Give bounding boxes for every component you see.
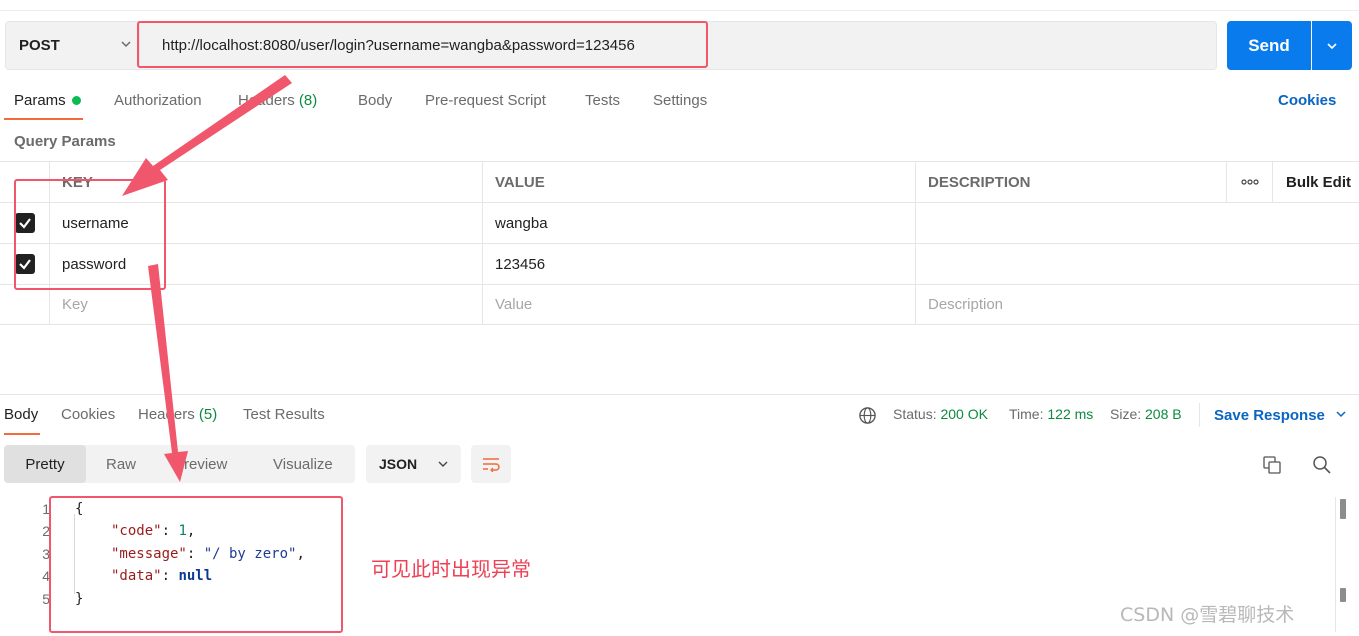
format-raw[interactable]: Raw bbox=[106, 445, 136, 483]
scrollbar-thumb[interactable] bbox=[1340, 588, 1346, 602]
send-label: Send bbox=[1248, 35, 1290, 55]
more-dots-icon bbox=[1240, 179, 1259, 185]
line-number: 3 bbox=[42, 546, 50, 562]
param-description-cell[interactable] bbox=[915, 203, 1226, 243]
language-label: JSON bbox=[379, 456, 418, 472]
line-number: 2 bbox=[42, 523, 50, 539]
line-number: 1 bbox=[42, 501, 50, 517]
tab-body[interactable]: Body bbox=[358, 92, 392, 109]
tab-response-body-label: Body bbox=[4, 406, 39, 423]
size-label: Size: bbox=[1110, 406, 1142, 422]
tab-response-headers[interactable]: Headers (5) bbox=[138, 406, 217, 423]
more-options-button[interactable] bbox=[1226, 162, 1272, 202]
query-params-title: Query Params bbox=[14, 133, 116, 150]
cookies-link[interactable]: Cookies bbox=[1278, 92, 1336, 109]
annotation-box-url bbox=[137, 21, 708, 68]
new-param-row: Key Value Description bbox=[0, 284, 1359, 325]
tab-pre-request-script[interactable]: Pre-request Script bbox=[425, 92, 546, 109]
copy-icon[interactable] bbox=[1262, 455, 1282, 475]
annotation-note: 可见此时出现异常 bbox=[371, 557, 531, 581]
request-tabs: Params Authorization Headers (8) Body Pr… bbox=[0, 88, 1359, 122]
time-label: Time: bbox=[1009, 406, 1044, 422]
annotation-box-params bbox=[14, 179, 166, 290]
tab-params-label: Params bbox=[14, 92, 66, 109]
save-response-label: Save Response bbox=[1214, 407, 1325, 424]
tab-response-body[interactable]: Body bbox=[4, 406, 38, 423]
status-divider bbox=[1199, 403, 1200, 427]
search-icon[interactable] bbox=[1312, 455, 1332, 475]
top-divider bbox=[0, 10, 1359, 11]
header-value: VALUE bbox=[482, 162, 915, 202]
tab-test-results[interactable]: Test Results bbox=[243, 406, 325, 423]
globe-icon[interactable] bbox=[858, 406, 877, 425]
method-label: POST bbox=[19, 37, 60, 54]
format-preview[interactable]: Preview bbox=[174, 445, 227, 483]
response-divider bbox=[0, 394, 1359, 395]
format-visualize[interactable]: Visualize bbox=[273, 445, 333, 483]
tab-test-results-label: Test Results bbox=[243, 406, 325, 423]
send-button[interactable]: Send bbox=[1227, 21, 1311, 70]
wrap-lines-button[interactable] bbox=[471, 445, 511, 483]
size-value[interactable]: 208 B bbox=[1145, 406, 1182, 422]
tab-headers-label: Headers bbox=[238, 92, 295, 109]
send-options-button[interactable] bbox=[1312, 21, 1352, 70]
scrollbar-thumb[interactable] bbox=[1340, 499, 1346, 519]
size-info: Size: 208 B bbox=[1110, 406, 1182, 422]
status-label: Status: bbox=[893, 406, 937, 422]
time-value[interactable]: 122 ms bbox=[1047, 406, 1093, 422]
chevron-down-icon bbox=[1336, 411, 1346, 418]
chevron-down-icon bbox=[121, 41, 131, 48]
tab-authorization-label: Authorization bbox=[114, 92, 202, 109]
new-row-check-cell bbox=[0, 285, 49, 324]
new-description-input[interactable]: Description bbox=[915, 285, 1226, 324]
param-description-cell[interactable] bbox=[915, 244, 1226, 284]
table-header-row: KEY VALUE DESCRIPTION Bulk Edit bbox=[0, 161, 1359, 202]
tab-params[interactable]: Params bbox=[14, 92, 81, 109]
language-select[interactable]: JSON bbox=[366, 445, 461, 483]
save-response-button[interactable]: Save Response bbox=[1214, 407, 1347, 424]
tab-response-cookies-label: Cookies bbox=[61, 406, 116, 423]
param-value-cell[interactable]: wangba bbox=[482, 203, 915, 243]
tab-headers-count: (8) bbox=[298, 92, 318, 109]
method-select[interactable]: POST bbox=[5, 21, 140, 70]
wrap-lines-icon bbox=[483, 458, 500, 472]
query-params-table: KEY VALUE DESCRIPTION Bulk Edit username… bbox=[0, 161, 1359, 325]
chevron-down-icon bbox=[1327, 42, 1337, 49]
tab-settings-label: Settings bbox=[653, 92, 708, 109]
status-value[interactable]: 200 OK bbox=[940, 406, 987, 422]
active-tab-underline bbox=[4, 118, 83, 120]
tab-response-headers-label: Headers bbox=[138, 406, 195, 423]
tab-headers[interactable]: Headers (8) bbox=[238, 92, 317, 109]
annotation-box-response bbox=[49, 496, 343, 633]
time-info: Time: 122 ms bbox=[1009, 406, 1093, 422]
param-value-cell[interactable]: 123456 bbox=[482, 244, 915, 284]
table-row: username wangba bbox=[0, 202, 1359, 243]
response-active-underline bbox=[4, 433, 40, 435]
tab-body-label: Body bbox=[358, 92, 393, 109]
watermark: CSDN @雪碧聊技术 bbox=[1120, 604, 1295, 626]
bulk-edit-button[interactable]: Bulk Edit bbox=[1272, 162, 1359, 202]
tab-authorization[interactable]: Authorization bbox=[114, 92, 202, 109]
tab-response-cookies[interactable]: Cookies bbox=[61, 406, 115, 423]
tab-tests-label: Tests bbox=[585, 92, 621, 109]
format-pretty[interactable]: Pretty bbox=[4, 445, 86, 483]
format-tabs: Pretty Raw Preview Visualize bbox=[4, 445, 355, 483]
tab-tests[interactable]: Tests bbox=[585, 92, 620, 109]
line-number: 4 bbox=[42, 568, 50, 584]
header-description: DESCRIPTION bbox=[915, 162, 1226, 202]
tab-pre-request-label: Pre-request Script bbox=[425, 92, 546, 109]
new-value-input[interactable]: Value bbox=[482, 285, 915, 324]
scrollbar-track[interactable] bbox=[1335, 497, 1336, 632]
tab-response-headers-count: (5) bbox=[198, 406, 218, 423]
params-active-dot bbox=[71, 95, 81, 105]
table-row: password 123456 bbox=[0, 243, 1359, 284]
chevron-down-icon bbox=[438, 461, 448, 467]
status-info: Status: 200 OK bbox=[893, 406, 988, 422]
tab-settings[interactable]: Settings bbox=[653, 92, 707, 109]
line-number: 5 bbox=[42, 591, 50, 607]
new-key-input[interactable]: Key bbox=[49, 285, 482, 324]
